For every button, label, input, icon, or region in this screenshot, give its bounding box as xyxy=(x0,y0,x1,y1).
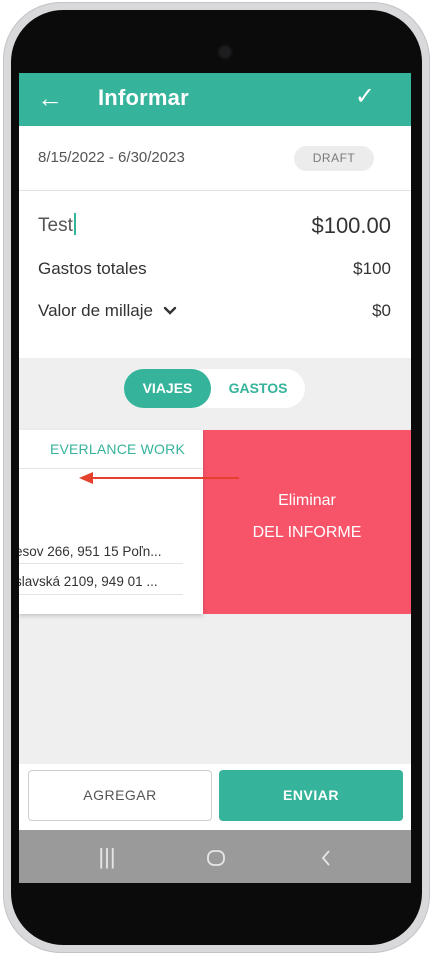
report-name-field[interactable]: Test xyxy=(38,213,76,237)
page-title: Informar xyxy=(98,85,189,110)
trip-card[interactable]: EVERLANCE WORK esov 266, 951 15 Poľn... … xyxy=(19,430,203,614)
mileage-value-toggle[interactable]: Valor de millaje xyxy=(38,301,177,321)
delete-label: Eliminar xyxy=(278,492,336,509)
delete-from-report-action[interactable]: Eliminar DEL INFORME xyxy=(203,430,411,614)
chevron-down-icon xyxy=(163,306,177,315)
trips-expenses-toggle: VIAJES GASTOS xyxy=(124,369,305,408)
report-date-row: 8/15/2022 - 6/30/2023 DRAFT xyxy=(19,126,411,191)
text-cursor xyxy=(73,213,76,235)
status-badge: DRAFT xyxy=(294,146,374,171)
home-icon[interactable] xyxy=(186,830,246,883)
app-bar: ← Informar ✓ xyxy=(19,73,411,126)
send-button[interactable]: ENVIAR xyxy=(219,770,403,821)
back-nav-icon[interactable] xyxy=(296,830,356,883)
trip-start-address: esov 266, 951 15 Poľn... xyxy=(19,544,162,559)
app-screen: ← Informar ✓ 8/15/2022 - 6/30/2023 DRAFT… xyxy=(19,73,411,883)
report-summary: Test $100.00 Gastos totales $100 Valor d… xyxy=(19,191,411,358)
check-icon[interactable]: ✓ xyxy=(355,82,375,112)
tab-trips[interactable]: VIAJES xyxy=(124,369,211,408)
add-button[interactable]: AGREGAR xyxy=(28,770,212,821)
date-range[interactable]: 8/15/2022 - 6/30/2023 xyxy=(38,149,185,166)
back-arrow-icon[interactable]: ← xyxy=(37,83,65,113)
mileage-label: Valor de millaje xyxy=(38,301,153,320)
bottom-actions: AGREGAR ENVIAR xyxy=(19,764,411,830)
recent-apps-icon[interactable]: ||| xyxy=(77,830,137,883)
trip-end-address: slavská 2109, 949 01 ... xyxy=(19,574,158,589)
address-divider xyxy=(19,563,183,564)
total-expenses-value: $100 xyxy=(353,259,391,278)
tab-expenses[interactable]: GASTOS xyxy=(211,369,305,408)
trip-card-header: EVERLANCE WORK xyxy=(49,441,185,457)
system-nav-bar: ||| xyxy=(19,830,411,883)
address-divider xyxy=(19,594,183,595)
total-expenses-label: Gastos totales xyxy=(38,259,147,278)
card-divider xyxy=(19,468,203,469)
swipe-left-arrow-icon xyxy=(79,472,239,484)
front-camera xyxy=(219,46,231,58)
report-name-text: Test xyxy=(38,215,73,236)
delete-sublabel: DEL INFORME xyxy=(252,524,362,541)
report-total-amount: $100.00 xyxy=(311,213,391,238)
mileage-value: $0 xyxy=(372,301,391,320)
